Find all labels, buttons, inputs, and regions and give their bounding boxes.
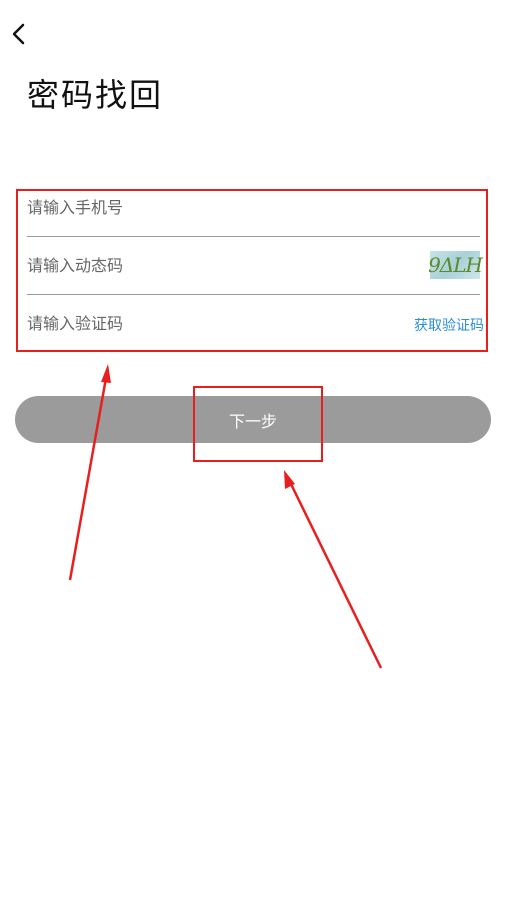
form-highlight-box <box>16 189 488 352</box>
arrow-to-button <box>284 470 383 669</box>
page-title: 密码找回 <box>27 76 164 114</box>
chevron-left-icon <box>12 23 25 45</box>
button-highlight-box <box>193 386 323 462</box>
back-button[interactable] <box>8 20 32 48</box>
password-recovery-page: 密码找回 9ΔLH 获取验证码 下一步 <box>0 0 511 900</box>
